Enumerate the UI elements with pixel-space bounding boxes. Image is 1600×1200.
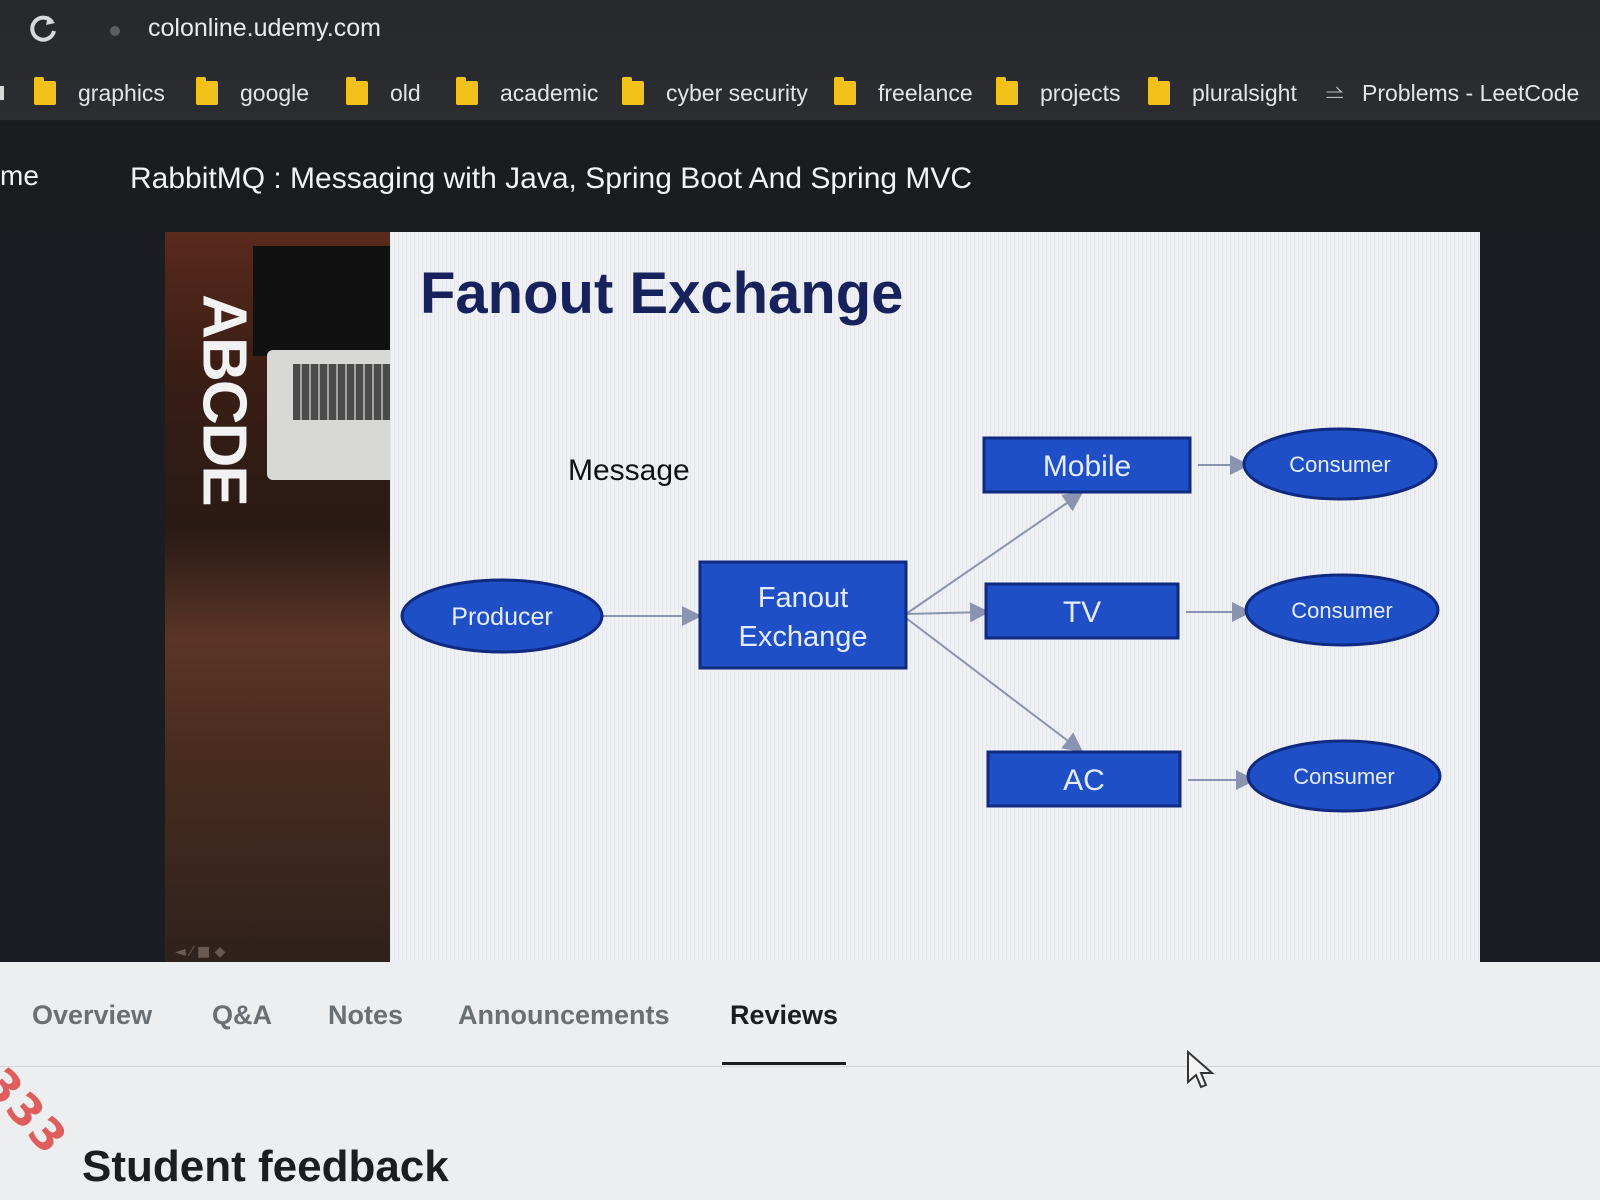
folder-icon [1148, 77, 1170, 105]
camera-controls: ◄ ⁄ ■ ◆ [175, 944, 226, 960]
producer-node: Producer [400, 578, 604, 654]
bookmark-cyber-security[interactable]: cyber security [622, 74, 808, 112]
folder-icon [834, 77, 856, 105]
bookmark-label: old [390, 79, 421, 106]
queue-ac: AC [986, 750, 1182, 808]
tab-qa[interactable]: Q&A [212, 1000, 272, 1031]
folder-icon [996, 77, 1018, 105]
lecture-slide: Fanout Exchange Message Producer Fanout … [390, 232, 1480, 962]
browser-toolbar: colonline.udemy.com graphics google old … [0, 0, 1600, 120]
bookmark-old[interactable]: old [346, 74, 421, 112]
section-heading: Student feedback [82, 1142, 449, 1191]
bookmark-label: pluralsight [1192, 79, 1297, 106]
video-player[interactable]: ABCDE ◄ ⁄ ■ ◆ Fanout Exchange Message Pr… [0, 232, 1600, 972]
producer-label: Producer [451, 603, 552, 631]
consumer-node-1: Consumer [1242, 427, 1438, 501]
course-header: me RabbitMQ : Messaging with Java, Sprin… [0, 122, 1600, 232]
active-tab-indicator [722, 1062, 846, 1065]
folder-icon [34, 77, 56, 105]
address-bar-url[interactable]: colonline.udemy.com [148, 14, 381, 43]
fanout-diagram: Message Producer Fanout Exchange Mobile … [400, 427, 1442, 813]
bookmark-leetcode[interactable]: ⥬ Problems - LeetCode [1326, 74, 1579, 112]
course-title: RabbitMQ : Messaging with Java, Spring B… [130, 162, 973, 195]
folder-icon [622, 77, 644, 105]
queue-label: TV [1063, 596, 1101, 629]
bookmark-label: graphics [78, 79, 165, 106]
tab-overview[interactable]: Overview [32, 1000, 152, 1031]
folder-icon [196, 77, 218, 105]
bookmark-label: projects [1040, 79, 1121, 106]
leetcode-icon: ⥬ [1326, 80, 1344, 105]
consumer-label: Consumer [1291, 598, 1392, 623]
bookmark-label: google [240, 79, 310, 106]
tab-reviews[interactable]: Reviews [730, 1000, 838, 1031]
tabs-divider [0, 1066, 1600, 1067]
folder-icon [346, 77, 368, 105]
queue-label: Mobile [1043, 450, 1131, 483]
queue-mobile: Mobile [982, 436, 1192, 494]
tab-announcements[interactable]: Announcements [458, 1000, 670, 1031]
camera-monitor [253, 246, 391, 356]
queue-tv: TV [984, 582, 1180, 640]
bookmark-label: Problems - LeetCode [1362, 79, 1580, 106]
exchange-to-tv-arrow [905, 602, 990, 623]
bookmark-graphics[interactable]: graphics [34, 74, 165, 112]
bookmark-projects[interactable]: projects [996, 74, 1121, 112]
consumer-label: Consumer [1293, 764, 1394, 789]
fanout-exchange-node: Fanout Exchange [698, 560, 908, 670]
camera-keyboard [293, 364, 391, 420]
exchange-label-line2: Exchange [739, 621, 868, 653]
queue-label: AC [1063, 764, 1105, 797]
reload-icon[interactable] [26, 12, 60, 46]
instructor-camera: ABCDE ◄ ⁄ ■ ◆ [165, 232, 391, 972]
bookmark-label: academic [500, 79, 599, 106]
consumer-label: Consumer [1289, 452, 1390, 477]
bookmark-freelance[interactable]: freelance [834, 74, 973, 112]
bookmark-label: cyber security [666, 79, 808, 106]
course-tabs: Overview Q&A Notes Announcements Reviews [0, 962, 1600, 1067]
site-info-icon[interactable] [110, 26, 120, 36]
home-link[interactable]: me [0, 160, 39, 192]
exchange-label-line1: Fanout [758, 582, 848, 614]
course-content-panel: Overview Q&A Notes Announcements Reviews… [0, 962, 1600, 1200]
bookmark-label: freelance [878, 79, 973, 106]
mouse-cursor-icon [1187, 1050, 1215, 1089]
bookmarks-bar: graphics google old academic cyber secur… [0, 74, 1600, 114]
camera-sign-text: ABCDE [189, 294, 259, 505]
bookmark-google[interactable]: google [196, 74, 309, 112]
consumer-node-3: Consumer [1246, 739, 1442, 813]
consumer-node-2: Consumer [1244, 573, 1440, 647]
message-label: Message [568, 454, 690, 487]
tab-notes[interactable]: Notes [328, 1000, 403, 1031]
bookmark-academic[interactable]: academic [456, 74, 598, 112]
folder-icon [456, 77, 478, 105]
bookmark-pluralsight[interactable]: pluralsight [1148, 74, 1297, 112]
